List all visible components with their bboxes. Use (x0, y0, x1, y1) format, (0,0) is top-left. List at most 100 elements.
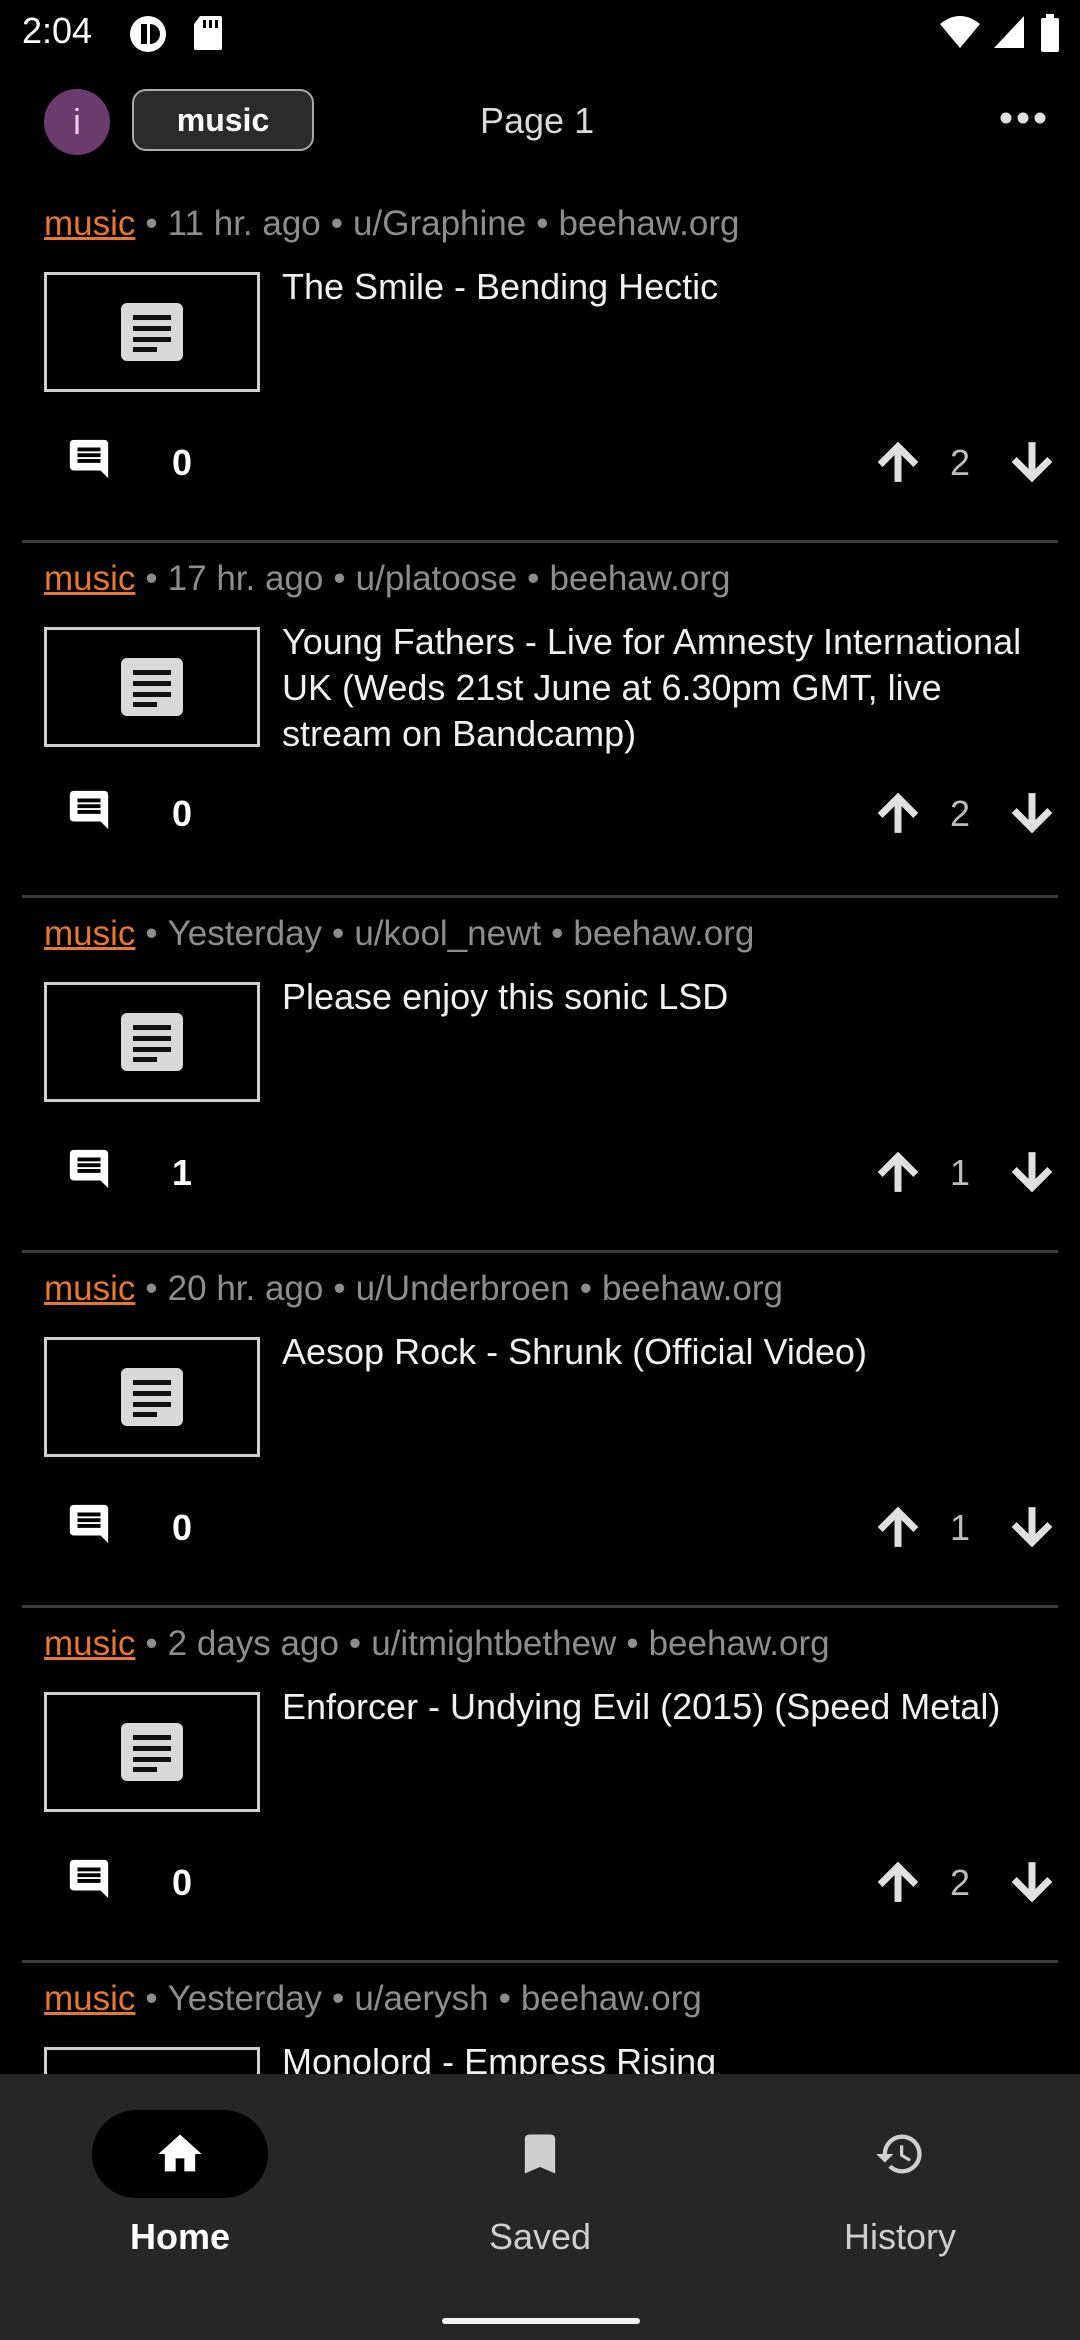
post-time: 17 hr. ago (167, 559, 324, 598)
post-author[interactable]: u/Graphine (353, 204, 526, 243)
nav-home[interactable]: Home (60, 2110, 300, 2258)
downvote-icon[interactable] (1004, 434, 1060, 495)
post-thumbnail[interactable] (44, 627, 260, 747)
post-meta: music • 17 hr. ago • u/platoose • beehaw.org (44, 559, 731, 598)
vote-score: 2 (950, 1862, 971, 1903)
community-link[interactable]: music (44, 914, 135, 953)
post-card[interactable]: music • 20 hr. ago • u/Underbroen • beehaw.org… (22, 1253, 1058, 1608)
post-title[interactable]: Aesop Rock - Shrunk (Official Video) (282, 1329, 1042, 1375)
post-time: 11 hr. ago (167, 204, 321, 243)
upvote-icon[interactable] (870, 434, 926, 495)
community-link[interactable]: music (44, 204, 135, 243)
post-thumbnail[interactable] (44, 1692, 260, 1812)
nav-history-label: History (843, 2216, 956, 2257)
community-chip[interactable]: music (132, 89, 314, 151)
post-time: 20 hr. ago (167, 1269, 324, 1308)
post-meta: music • Yesterday • u/kool_newt • beehaw.org (44, 914, 755, 953)
post-title[interactable]: Monolord - Empress Rising (282, 2039, 1042, 2074)
nav-home-label: Home (129, 2216, 231, 2257)
sd-card-icon (192, 14, 224, 57)
upvote-icon[interactable] (870, 785, 926, 846)
post-author[interactable]: u/kool_newt (354, 914, 541, 953)
nav-history-pill[interactable] (812, 2110, 988, 2198)
post-thumbnail[interactable] (44, 982, 260, 1102)
comment-icon[interactable] (66, 1501, 112, 1552)
vote-score: 2 (950, 442, 971, 483)
post-meta: music • Yesterday • u/aerysh • beehaw.org (44, 1979, 702, 2018)
post-author[interactable]: u/itmightbethew (371, 1624, 616, 1663)
post-title[interactable]: Young Fathers - Live for Amnesty Interna… (282, 619, 1042, 757)
post-author[interactable]: u/Underbroen (356, 1269, 570, 1308)
battery-icon (1040, 14, 1060, 57)
nav-saved[interactable]: Saved (420, 2110, 660, 2258)
user-avatar[interactable]: i (44, 89, 110, 155)
downvote-icon[interactable] (1004, 1499, 1060, 1560)
comment-icon[interactable] (66, 436, 112, 487)
post-author[interactable]: u/platoose (356, 559, 518, 598)
comment-icon[interactable] (66, 787, 112, 838)
bottom-navigation: Home Saved History (0, 2074, 1080, 2340)
nav-history[interactable]: History (780, 2110, 1020, 2258)
comment-count: 0 (172, 442, 193, 483)
history-icon (876, 2134, 922, 2174)
community-link[interactable]: music (44, 1269, 135, 1308)
text-post-icon (121, 1723, 183, 1781)
post-title[interactable]: Please enjoy this sonic LSD (282, 974, 1042, 1020)
comment-count: 1 (172, 1152, 193, 1193)
post-instance: beehaw.org (573, 914, 755, 953)
post-meta: music • 2 days ago • u/itmightbethew • beehaw.… (44, 1624, 830, 1663)
post-card[interactable]: music • 2 days ago • u/itmightbethew • beehaw.… (22, 1608, 1058, 1963)
post-actions: 0 2 (44, 1852, 1056, 1922)
gesture-home-indicator[interactable] (442, 2318, 640, 2324)
post-actions: 0 2 (44, 783, 1056, 853)
page-label: Page 1 (480, 100, 595, 141)
post-thumbnail[interactable] (44, 272, 260, 392)
community-link[interactable]: music (44, 1624, 135, 1663)
post-thumbnail[interactable] (44, 2047, 260, 2074)
vote-score: 1 (950, 1507, 971, 1548)
post-instance: beehaw.org (648, 1624, 830, 1663)
text-post-icon (121, 658, 183, 716)
post-author[interactable]: u/aerysh (354, 1979, 488, 2018)
top-bar: i music Page 1 (0, 68, 1080, 188)
post-title[interactable]: The Smile - Bending Hectic (282, 264, 1042, 310)
comment-count: 0 (172, 1507, 193, 1548)
upvote-icon[interactable] (870, 1499, 926, 1560)
status-bar: 2:04 (0, 0, 1080, 68)
community-link[interactable]: music (44, 1979, 135, 2018)
home-icon (158, 2134, 202, 2172)
more-options-icon[interactable] (998, 98, 1048, 138)
comment-icon[interactable] (66, 1146, 112, 1197)
wifi-icon (938, 14, 982, 55)
post-instance: beehaw.org (520, 1979, 702, 2018)
cell-signal-icon (992, 14, 1026, 55)
post-card[interactable]: music • Yesterday • u/kool_newt • beehaw.org P… (22, 898, 1058, 1253)
post-feed[interactable]: music • 11 hr. ago • u/Graphine • beehaw.org T… (0, 188, 1080, 2074)
post-actions: 0 2 (44, 432, 1056, 502)
post-card[interactable]: music • 17 hr. ago • u/platoose • beehaw.org Y… (22, 543, 1058, 898)
post-actions: 0 1 (44, 1497, 1056, 1567)
comment-count: 0 (172, 1862, 193, 1903)
post-time: 2 days ago (167, 1624, 339, 1663)
post-card[interactable]: music • Yesterday • u/aerysh • beehaw.org Mono… (22, 1963, 1058, 2074)
downvote-icon[interactable] (1004, 1144, 1060, 1205)
vote-score: 1 (950, 1152, 971, 1193)
downvote-icon[interactable] (1004, 1854, 1060, 1915)
comment-icon[interactable] (66, 1856, 112, 1907)
nav-home-pill[interactable] (92, 2110, 268, 2198)
post-card[interactable]: music • 11 hr. ago • u/Graphine • beehaw.org T… (22, 188, 1058, 543)
post-title[interactable]: Enforcer - Undying Evil (2015) (Speed Me… (282, 1684, 1042, 1730)
upvote-icon[interactable] (870, 1854, 926, 1915)
nav-saved-pill[interactable] (452, 2110, 628, 2198)
post-time: Yesterday (167, 1979, 323, 2018)
upvote-icon[interactable] (870, 1144, 926, 1205)
post-actions: 1 1 (44, 1142, 1056, 1212)
bookmark-icon (524, 2134, 556, 2174)
post-instance: beehaw.org (601, 1269, 783, 1308)
text-post-icon (121, 1368, 183, 1426)
post-thumbnail[interactable] (44, 1337, 260, 1457)
community-link[interactable]: music (44, 559, 135, 598)
post-instance: beehaw.org (558, 204, 740, 243)
text-post-icon (121, 1013, 183, 1071)
downvote-icon[interactable] (1004, 785, 1060, 846)
